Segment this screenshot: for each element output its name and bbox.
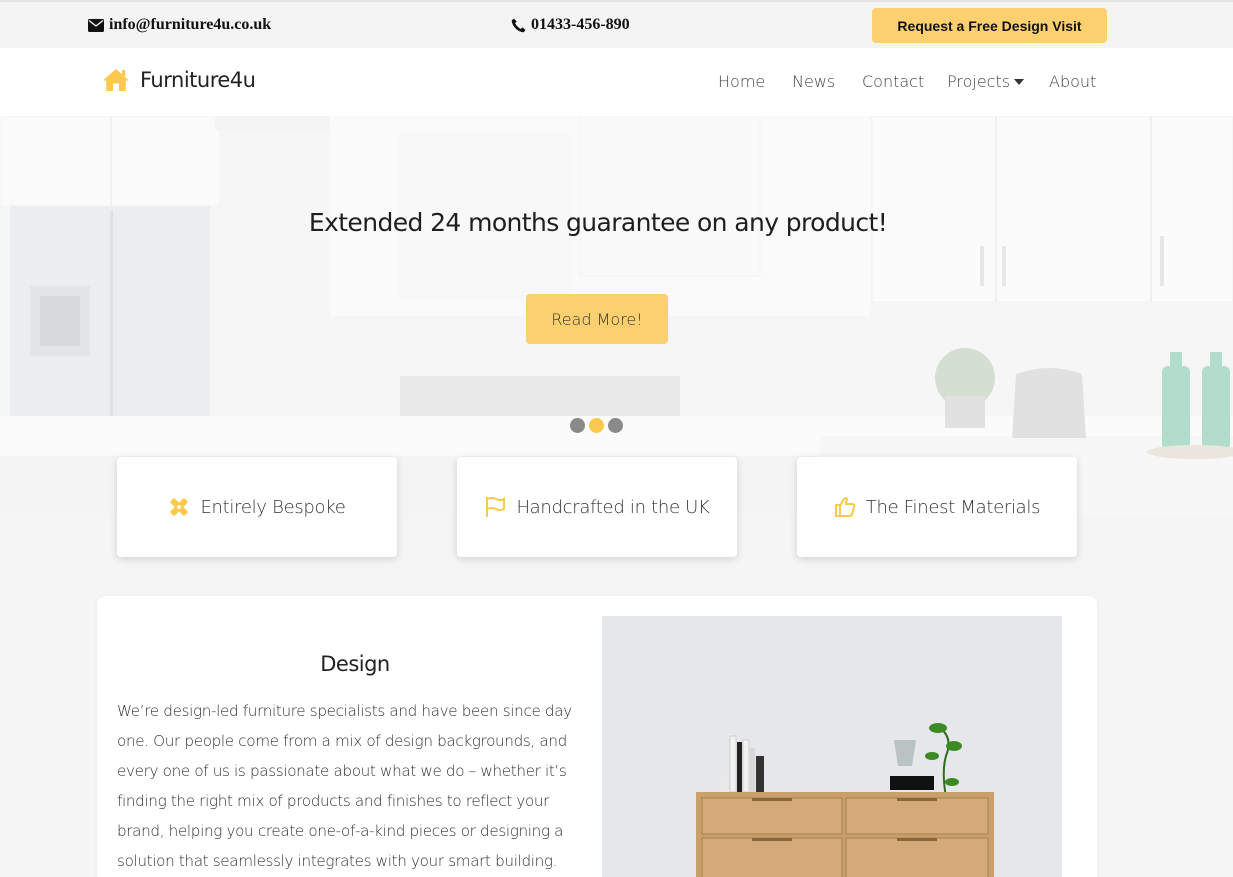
feature-label: Entirely Bespoke	[200, 496, 346, 518]
feature-card-materials: The Finest Materials	[797, 457, 1077, 557]
top-bar: info@furniture4u.co.uk 01433-456-890 Req…	[0, 0, 1233, 48]
carousel-dot-3[interactable]	[608, 418, 623, 433]
phone-contact[interactable]: 01433-456-890	[511, 16, 630, 34]
hero-headline: Extended 24 months guarantee on any prod…	[308, 208, 888, 237]
design-section: Design We’re design-led furniture specia…	[97, 596, 1097, 877]
feature-label: Handcrafted in the UK	[516, 496, 710, 518]
pencil-ruler-icon	[170, 498, 189, 516]
feature-card-handcrafted: Handcrafted in the UK	[457, 457, 737, 557]
sideboard-image	[602, 616, 1062, 877]
feature-label: The Finest Materials	[865, 496, 1041, 518]
main-navbar: Furniture4u Home News Contact Projects A…	[0, 48, 1233, 116]
email-text: info@furniture4u.co.uk	[109, 16, 272, 33]
carousel-dot-1[interactable]	[570, 418, 585, 433]
read-more-button[interactable]: Read More!	[526, 294, 668, 344]
nav-contact[interactable]: Contact	[862, 72, 924, 91]
nav-links: Home News Contact Projects About	[0, 72, 1233, 92]
nav-projects-label: Projects	[947, 72, 1011, 91]
thumbs-up-icon	[834, 497, 856, 517]
design-description: We’re design-led furniture specialists a…	[117, 702, 572, 870]
carousel-dot-2[interactable]	[589, 418, 604, 433]
nav-home[interactable]: Home	[718, 72, 765, 91]
feature-card-bespoke: Entirely Bespoke	[117, 457, 397, 557]
caret-down-icon	[1014, 78, 1025, 85]
request-design-visit-button[interactable]: Request a Free Design Visit	[872, 8, 1107, 43]
phone-text: 01433-456-890	[531, 16, 630, 33]
phone-icon	[511, 18, 526, 32]
hero-carousel: Extended 24 months guarantee on any prod…	[0, 116, 1233, 516]
design-heading: Design	[320, 652, 390, 676]
nav-news[interactable]: News	[792, 72, 835, 91]
flag-icon	[486, 497, 506, 517]
nav-projects-dropdown[interactable]: Projects	[947, 72, 1025, 91]
envelope-icon	[88, 18, 104, 32]
carousel-indicators	[570, 418, 623, 433]
nav-about[interactable]: About	[1049, 72, 1096, 91]
email-contact[interactable]: info@furniture4u.co.uk	[88, 16, 271, 34]
